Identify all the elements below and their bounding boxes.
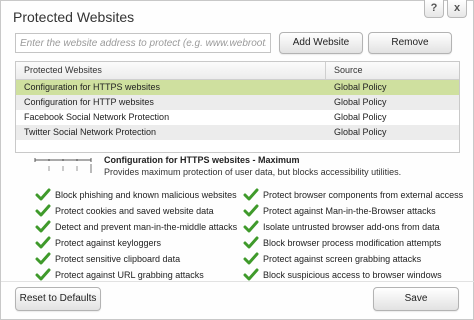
add-website-button[interactable]: Add Website [279, 32, 363, 54]
feature-item: Protect against keyloggers [35, 235, 161, 251]
slider-icon[interactable] [33, 153, 93, 175]
table-row[interactable]: Configuration for HTTPS websites Global … [16, 80, 459, 95]
check-icon [35, 268, 51, 281]
level-title: Configuration for HTTPS websites - Maxim… [104, 155, 300, 165]
check-icon [243, 188, 259, 201]
titlebar: Protected Websites ? x [1, 0, 474, 31]
feature-label: Protect cookies and saved website data [55, 206, 214, 216]
check-icon [35, 188, 51, 201]
feature-item: Protect against Man-in-the-Browser attac… [243, 203, 436, 219]
feature-item: Protect sensitive clipboard data [35, 251, 180, 267]
help-icon[interactable]: ? [424, 0, 444, 18]
feature-label: Block suspicious access to browser windo… [263, 270, 442, 280]
feature-label: Protect against URL grabbing attacks [55, 270, 204, 280]
protected-websites-window: Protected Websites ? x Add Website Remov… [0, 0, 474, 320]
feature-item: Block phishing and known malicious websi… [35, 187, 237, 203]
check-icon [243, 236, 259, 249]
window-controls: ? x [424, 0, 467, 18]
feature-item: Block browser process modification attem… [243, 235, 441, 251]
feature-label: Isolate untrusted browser add-ons from d… [263, 222, 440, 232]
check-icon [35, 236, 51, 249]
row-name: Configuration for HTTP websites [24, 97, 154, 107]
check-icon [35, 220, 51, 233]
feature-label: Block phishing and known malicious websi… [55, 190, 237, 200]
feature-label: Protect browser components from external… [263, 190, 464, 200]
websites-table: Protected Websites Source Configuration … [15, 61, 460, 153]
feature-item: Protect browser components from external… [243, 187, 463, 203]
check-icon [35, 252, 51, 265]
table-header: Protected Websites Source [16, 62, 459, 80]
column-header-source[interactable]: Source [326, 62, 459, 79]
check-icon [243, 220, 259, 233]
check-icon [243, 268, 259, 281]
check-icon [35, 204, 51, 217]
window-title: Protected Websites [13, 9, 135, 25]
row-source: Global Policy [326, 80, 459, 95]
row-name: Configuration for HTTPS websites [24, 82, 161, 92]
feature-item: Protect cookies and saved website data [35, 203, 214, 219]
feature-label: Protect sensitive clipboard data [55, 254, 181, 264]
column-header-protected-websites[interactable]: Protected Websites [16, 62, 326, 79]
row-name: Facebook Social Network Protection [24, 112, 170, 122]
website-address-input[interactable] [15, 33, 271, 53]
feature-label: Protect against screen grabbing attacks [263, 254, 422, 264]
table-row[interactable]: Configuration for HTTP websites Global P… [16, 95, 459, 110]
feature-item: Isolate untrusted browser add-ons from d… [243, 219, 440, 235]
footer-divider [1, 281, 474, 282]
feature-item: Protect against screen grabbing attacks [243, 251, 421, 267]
feature-label: Protect against keyloggers [55, 238, 162, 248]
table-row[interactable]: Twitter Social Network Protection Global… [16, 125, 459, 140]
row-source: Global Policy [334, 127, 387, 137]
row-name: Twitter Social Network Protection [24, 127, 157, 137]
reset-to-defaults-button[interactable]: Reset to Defaults [15, 287, 101, 311]
row-source: Global Policy [334, 97, 387, 107]
save-button[interactable]: Save [373, 287, 459, 311]
feature-label: Protect against Man-in-the-Browser attac… [263, 206, 436, 216]
level-description: Provides maximum protection of user data… [104, 167, 402, 177]
feature-item: Detect and prevent man-in-the-middle att… [35, 219, 237, 235]
feature-label: Block browser process modification attem… [263, 238, 442, 248]
row-source: Global Policy [334, 112, 387, 122]
check-icon [243, 204, 259, 217]
feature-label: Detect and prevent man-in-the-middle att… [55, 222, 238, 232]
check-icon [243, 252, 259, 265]
close-icon[interactable]: x [447, 0, 467, 18]
remove-button[interactable]: Remove [368, 32, 452, 54]
table-row[interactable]: Facebook Social Network Protection Globa… [16, 110, 459, 125]
